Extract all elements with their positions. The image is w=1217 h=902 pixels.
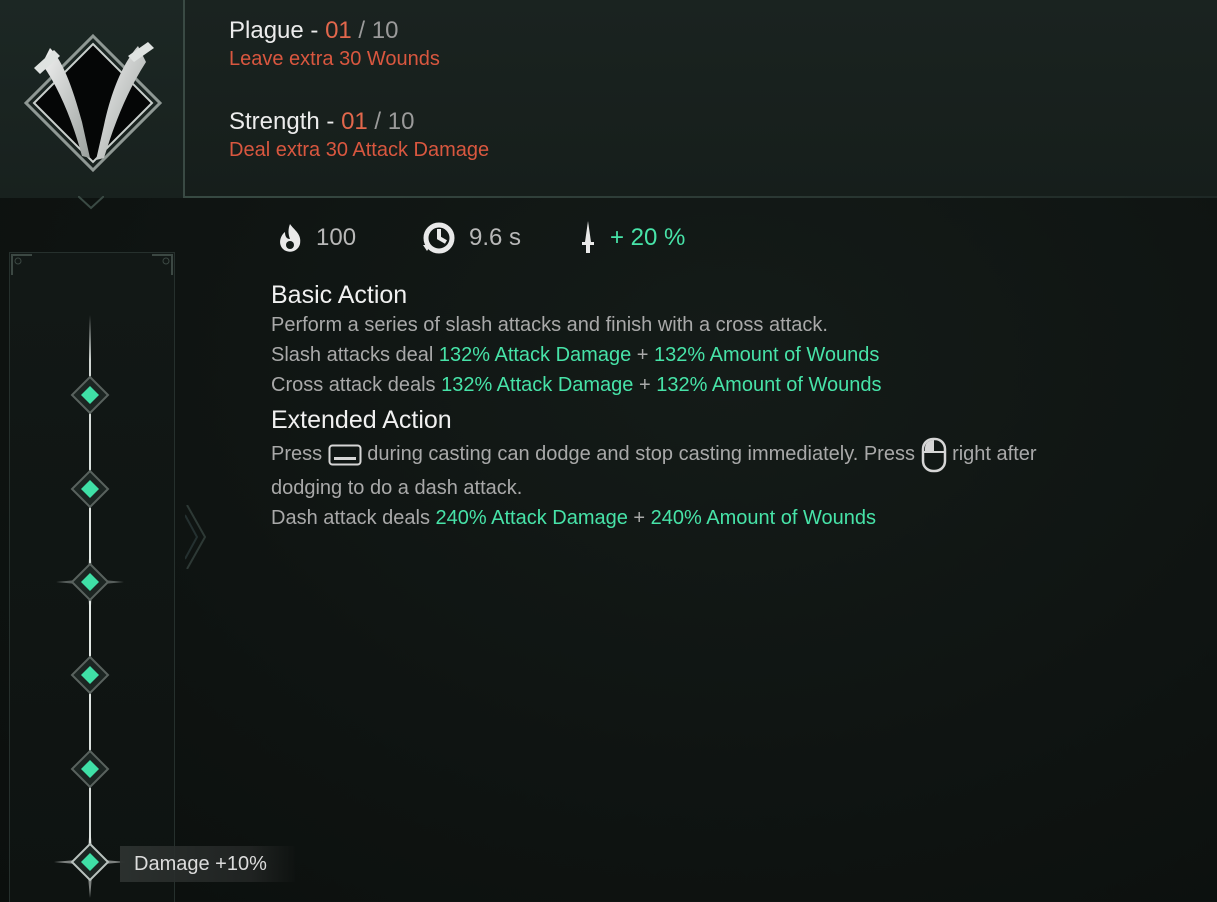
upgrade-strength: Strength - 01 / 10 Deal extra 30 Attack …: [229, 107, 489, 162]
description-line: Cross attack deals 132% Attack Damage + …: [271, 374, 882, 396]
upgrade-plague: Plague - 01 / 10 Leave extra 30 Wounds: [229, 16, 440, 71]
upgrade-description: Deal extra 30 Attack Damage: [229, 139, 490, 161]
cooldown-timer-icon: [423, 222, 455, 254]
description-line: Dash attack deals 240% Attack Damage + 2…: [271, 507, 877, 529]
section-title: Basic Action: [271, 281, 408, 309]
description-line: Press during casting can dodge and stop …: [271, 435, 1037, 473]
panel-divider-chevron: [185, 505, 207, 569]
spacebar-key-icon: [328, 444, 362, 466]
skill-node-5[interactable]: [70, 749, 110, 789]
upgrade-title: Plague - 01 / 10: [229, 17, 399, 44]
twin-blades-skill-icon: [23, 33, 163, 173]
skill-node-6-selected[interactable]: [70, 842, 110, 882]
upgrade-description: Leave extra 30 Wounds: [229, 48, 440, 70]
dagger-icon: [582, 221, 594, 253]
mouse-right-click-icon: [921, 437, 946, 472]
skill-node-1[interactable]: [70, 375, 110, 415]
description-line: dodging to do a dash attack.: [271, 477, 523, 499]
stat-cooldown: 9.6 s: [421, 220, 521, 256]
description-line: Perform a series of slash attacks and fi…: [271, 314, 828, 336]
ornament-corner-right: [152, 254, 173, 275]
extended-action-section: Extended Action Press during casting can…: [271, 405, 1037, 533]
stat-bonus: + 20 %: [578, 220, 685, 256]
ornament-corner-left: [11, 254, 32, 275]
stat-energy: 100: [276, 220, 356, 256]
basic-action-section: Basic Action Perform a series of slash a…: [271, 280, 882, 400]
skill-icon-panel: [0, 0, 185, 198]
skill-node-2[interactable]: [70, 469, 110, 509]
section-title: Extended Action: [271, 406, 452, 434]
header-notch: [78, 196, 104, 210]
skill-node-4[interactable]: [70, 655, 110, 695]
skill-node-3[interactable]: [70, 562, 110, 602]
upgrade-title: Strength - 01 / 10: [229, 108, 415, 135]
flame-icon: [280, 224, 301, 252]
node-bonus-label: Damage +10%: [120, 846, 295, 882]
description-line: Slash attacks deal 132% Attack Damage + …: [271, 344, 880, 366]
